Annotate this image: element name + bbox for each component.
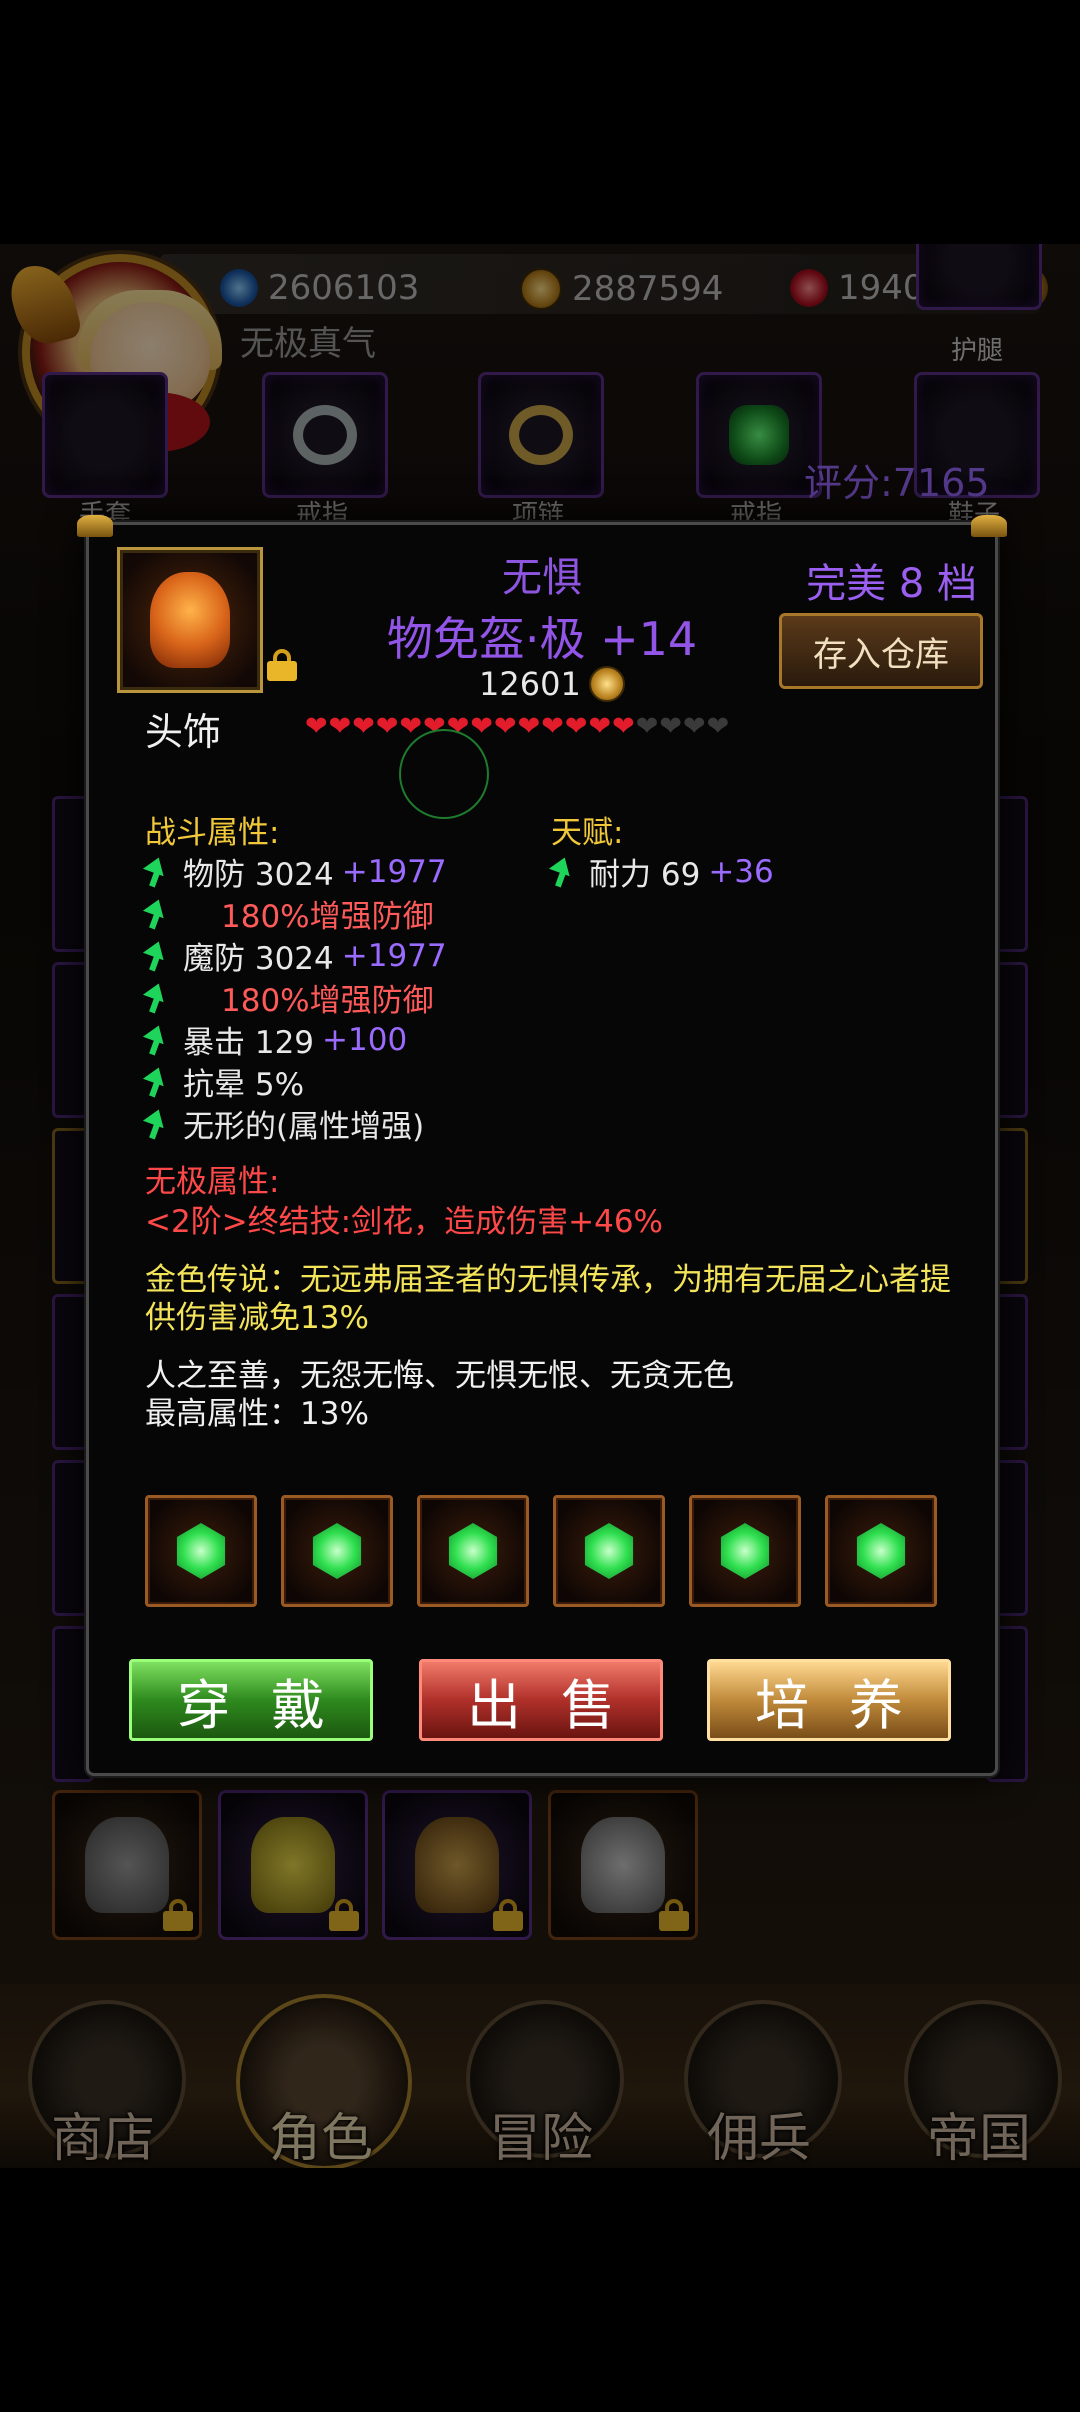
gem-socket[interactable] — [825, 1495, 937, 1607]
heart-filled-icon: ❤ — [328, 711, 352, 742]
talent-bonus: +36 — [708, 853, 774, 890]
emerald-gem-icon — [584, 1523, 634, 1579]
perfect-grade: 完美 8 档 — [806, 561, 977, 607]
talent-row: 耐力 69 +36 — [551, 849, 774, 894]
heart-filled-icon: ❤ — [612, 711, 635, 742]
stat-base: 180%增强防御 — [221, 983, 434, 1019]
heart-empty-icon: ❤ — [635, 711, 659, 742]
heart-filled-icon: ❤ — [305, 711, 328, 742]
upgrade-arrow-icon — [145, 1109, 167, 1139]
stat-base: 180%增强防御 — [221, 899, 434, 935]
stat-base: 魔防 3024 — [183, 941, 334, 977]
heart-filled-icon: ❤ — [375, 711, 399, 742]
stat-row: 无形的(属性增强) — [145, 1101, 424, 1146]
equip-button[interactable]: 穿戴 — [129, 1659, 373, 1741]
upgrade-arrow-icon — [145, 1067, 167, 1097]
emerald-gem-icon — [448, 1523, 498, 1579]
virtue-line: 人之至善，无怨无悔、无惧无恨、无贪无色 — [145, 1358, 734, 1394]
max-attribute-line: 最高属性：13% — [145, 1396, 369, 1432]
emerald-gem-icon — [856, 1523, 906, 1579]
heart-filled-icon: ❤ — [541, 711, 564, 742]
touch-indicator — [399, 729, 489, 819]
item-detail-dialog: 无惧 物免盔·极 +14 12601 完美 8 档 存入仓库 头饰 ❤ ❤ ❤ ❤ ❤ ❤… — [77, 515, 1007, 1776]
combat-attributes-header: 战斗属性: — [145, 815, 280, 851]
stat-bonus: +1977 — [341, 937, 447, 974]
gem-socket[interactable] — [689, 1495, 801, 1607]
emerald-gem-icon — [176, 1523, 226, 1579]
star-rating-hearts: ❤ ❤ ❤ ❤ ❤ ❤ ❤ ❤ ❤ ❤ ❤ ❤ ❤ ❤ ❤ ❤ ❤ ❤ — [305, 713, 729, 741]
talent-base: 耐力 69 — [589, 857, 701, 893]
stat-row: 暴击 129 +100 — [145, 1017, 407, 1062]
upgrade-arrow-icon — [551, 857, 573, 887]
stat-base: 物防 3024 — [183, 857, 334, 893]
stat-base: 无形的(属性增强) — [183, 1109, 425, 1145]
heart-filled-icon: ❤ — [470, 711, 493, 742]
gem-socket[interactable] — [281, 1495, 393, 1607]
stat-bonus: +1977 — [341, 853, 447, 890]
item-price: 12601 — [479, 665, 625, 703]
store-warehouse-button[interactable]: 存入仓库 — [779, 613, 983, 689]
upgrade-arrow-icon — [145, 1025, 167, 1055]
upgrade-arrow-icon — [145, 983, 167, 1013]
dialog-corner-ornament — [77, 515, 113, 537]
sell-button[interactable]: 出售 — [419, 1659, 663, 1741]
emerald-gem-icon — [720, 1523, 770, 1579]
heart-empty-icon: ❤ — [659, 711, 682, 742]
stat-row: 物防 3024 +1977 — [145, 849, 447, 894]
upgrade-arrow-icon — [145, 857, 167, 887]
talent-header: 天赋: — [551, 815, 624, 851]
wuji-attribute-text: <2阶>终结技:剑花，造成伤害+46% — [145, 1204, 663, 1240]
emerald-gem-icon — [312, 1523, 362, 1579]
stat-base: 暴击 129 — [183, 1025, 315, 1061]
gem-socket[interactable] — [553, 1495, 665, 1607]
heart-filled-icon: ❤ — [517, 711, 541, 742]
stat-row: 魔防 3024 +1977 — [145, 933, 447, 978]
upgrade-arrow-icon — [145, 941, 167, 971]
gold-coin-icon — [588, 666, 625, 702]
heart-filled-icon: ❤ — [588, 711, 612, 742]
stat-row: 180%增强防御 — [145, 975, 434, 1020]
upgrade-arrow-icon — [145, 899, 167, 929]
heart-filled-icon: ❤ — [352, 711, 375, 742]
gem-socket[interactable] — [417, 1495, 529, 1607]
slot-type-label: 头饰 — [145, 710, 222, 754]
train-button[interactable]: 培养 — [707, 1659, 951, 1741]
dialog-corner-ornament — [971, 515, 1007, 537]
price-value: 12601 — [479, 665, 581, 703]
wuji-attributes-header: 无极属性: — [145, 1164, 280, 1200]
stat-row: 抗晕 5% — [145, 1059, 304, 1104]
legend-description: 金色传说：无远弗届圣者的无惧传承，为拥有无届之心者提供伤害减免13% — [145, 1262, 951, 1336]
stat-bonus: +100 — [322, 1021, 408, 1058]
heart-filled-icon: ❤ — [564, 711, 588, 742]
stat-row: 180%增强防御 — [145, 891, 434, 936]
heart-empty-icon: ❤ — [706, 711, 730, 742]
heart-empty-icon: ❤ — [683, 711, 706, 742]
stat-base: 抗晕 5% — [183, 1067, 305, 1103]
gem-socket[interactable] — [145, 1495, 257, 1607]
heart-filled-icon: ❤ — [494, 711, 517, 742]
